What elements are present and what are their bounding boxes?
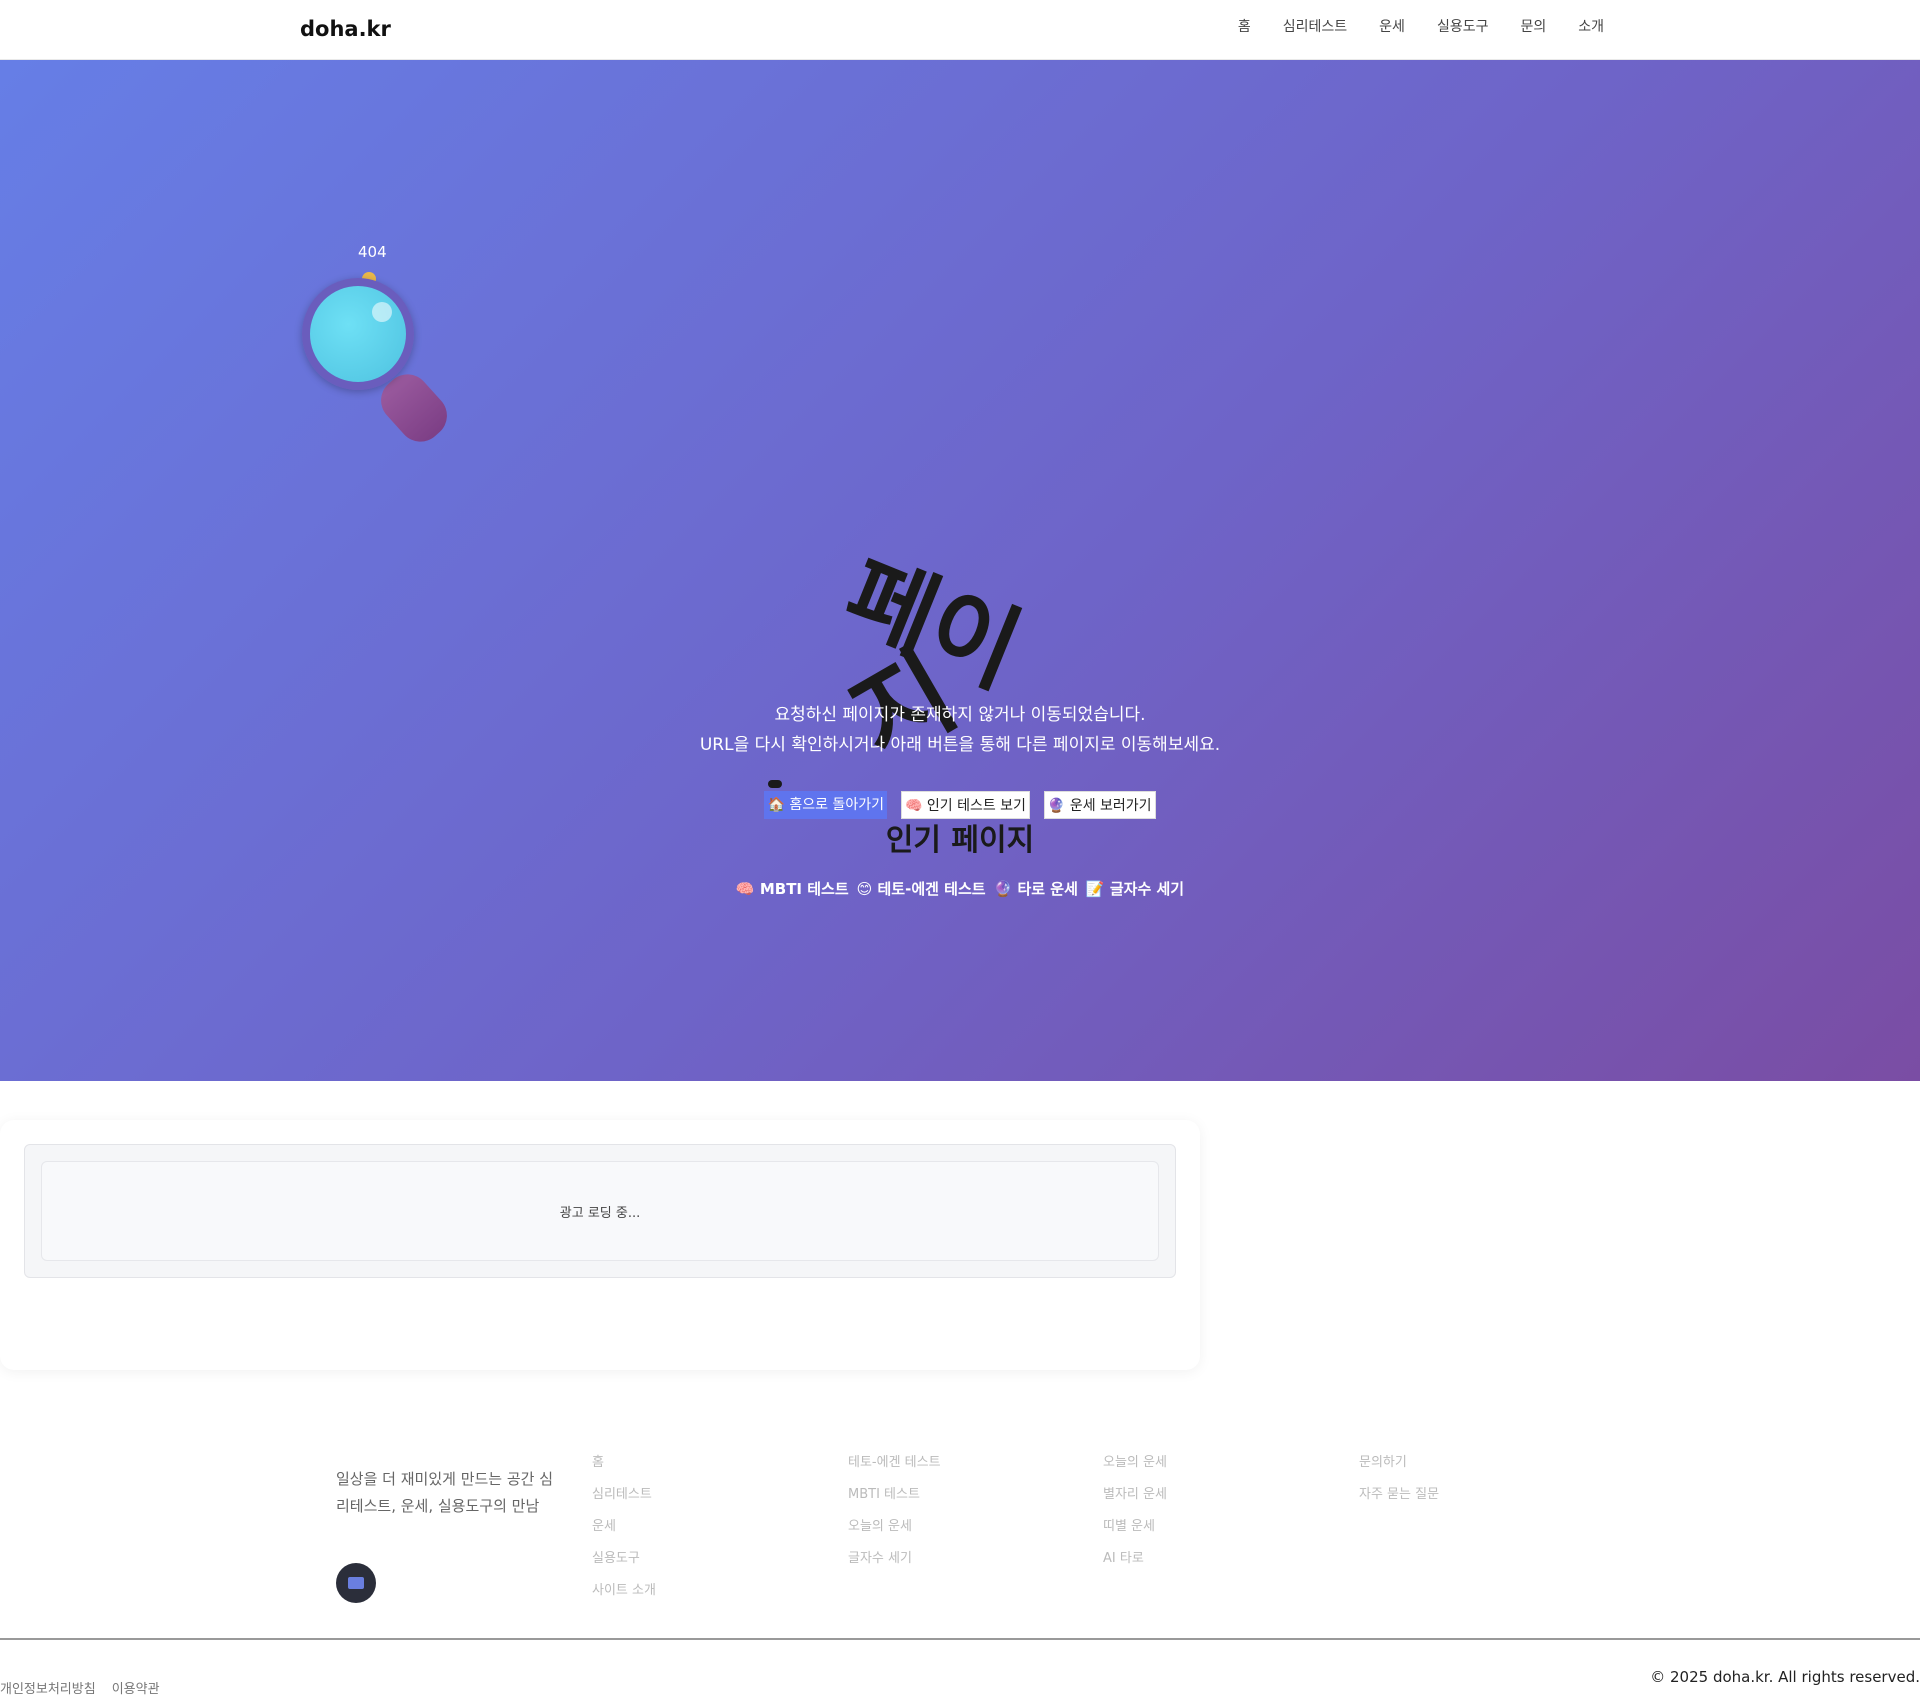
terms-link[interactable]: 이용약관	[112, 1678, 160, 1697]
popular-link-mbti[interactable]: 🧠 MBTI 테스트	[736, 878, 849, 899]
nav-item-home[interactable]: 홈	[1238, 16, 1251, 36]
nav-item-psych-tests[interactable]: 심리테스트	[1283, 16, 1347, 36]
footer-link-chinese-zodiac[interactable]: 띠별 운세	[1103, 1515, 1167, 1534]
main-nav: 홈 심리테스트 운세 실용도구 문의 소개	[1238, 16, 1604, 36]
ad-slot: 광고 로딩 중...	[41, 1161, 1159, 1261]
crystal-ball-icon: 🔮	[993, 880, 1013, 898]
site-logo[interactable]: doha.kr	[300, 17, 391, 41]
footer-link-daily-fortune[interactable]: 오늘의 운세	[1103, 1451, 1167, 1470]
footer-link-fortune[interactable]: 운세	[592, 1515, 656, 1534]
privacy-policy-link[interactable]: 개인정보처리방침	[0, 1678, 96, 1697]
ad-card: 광고 로딩 중...	[0, 1120, 1200, 1370]
smile-icon: 😊	[856, 880, 873, 898]
nav-item-contact[interactable]: 문의	[1520, 16, 1546, 36]
brain-icon: 🧠	[904, 798, 923, 814]
nav-item-about[interactable]: 소개	[1578, 16, 1604, 36]
footer-link-about[interactable]: 사이트 소개	[592, 1579, 656, 1598]
footer-link-psych-tests[interactable]: 심리테스트	[592, 1483, 656, 1502]
error-hero: 404 페이 지 요청하신 페이지가 존재하지 않거나 이동되었습니다. URL…	[0, 60, 1920, 1081]
house-icon: 🏠	[767, 797, 785, 813]
footer-col-main: 홈 심리테스트 운세 실용도구 사이트 소개	[592, 1451, 656, 1598]
popular-pages-list: 🧠 MBTI 테스트 😊 테토-에겐 테스트 🔮 타로 운세 📝 글자수 세기	[0, 878, 1920, 899]
popular-link-teto-egen[interactable]: 😊 테토-에겐 테스트	[857, 878, 986, 899]
error-description: 요청하신 페이지가 존재하지 않거나 이동되었습니다. URL을 다시 확인하시…	[699, 705, 1221, 755]
footer-col-fortune: 오늘의 운세 별자리 운세 띠별 운세 AI 타로	[1103, 1451, 1167, 1566]
footer-link-home[interactable]: 홈	[592, 1451, 656, 1470]
broken-title-fragment	[768, 780, 782, 788]
memo-icon: 📝	[1085, 880, 1105, 898]
footer-tagline: 일상을 더 재미있게 만드는 공간 심리테스트, 운세, 실용도구의 만남	[336, 1470, 554, 1515]
footer-divider	[0, 1638, 1920, 1640]
site-header: doha.kr 홈 심리테스트 운세 실용도구 문의 소개	[0, 0, 1920, 60]
nav-item-fortune[interactable]: 운세	[1379, 16, 1405, 36]
error-code: 404	[358, 243, 387, 261]
footer-link-daily-fortune[interactable]: 오늘의 운세	[848, 1515, 941, 1534]
footer-col-support: 문의하기 자주 묻는 질문	[1359, 1451, 1439, 1502]
legal-links: 개인정보처리방침 이용약관	[0, 1678, 160, 1697]
popular-pages-title: 인기 페이지	[885, 823, 1035, 858]
copyright: © 2025 doha.kr. All rights reserved.	[1650, 1668, 1920, 1686]
footer-link-zodiac[interactable]: 별자리 운세	[1103, 1483, 1167, 1502]
popular-link-tarot[interactable]: 🔮 타로 운세	[994, 878, 1078, 899]
ad-container: 광고 로딩 중...	[24, 1144, 1176, 1278]
footer-link-char-count[interactable]: 글자수 세기	[848, 1547, 941, 1566]
social-icon[interactable]	[336, 1563, 376, 1603]
footer-col-tests: 테토-에겐 테스트 MBTI 테스트 오늘의 운세 글자수 세기	[848, 1451, 941, 1566]
footer-link-tools[interactable]: 실용도구	[592, 1547, 656, 1566]
footer-link-faq[interactable]: 자주 묻는 질문	[1359, 1483, 1439, 1502]
footer-link-ai-tarot[interactable]: AI 타로	[1103, 1547, 1167, 1566]
crystal-ball-icon: 🔮	[1047, 798, 1066, 814]
footer-link-mbti[interactable]: MBTI 테스트	[848, 1483, 941, 1502]
nav-item-tools[interactable]: 실용도구	[1437, 16, 1489, 36]
footer-link-contact[interactable]: 문의하기	[1359, 1451, 1439, 1470]
footer-link-teto-egen[interactable]: 테토-에겐 테스트	[848, 1451, 941, 1470]
brain-icon: 🧠	[735, 880, 755, 898]
popular-link-char-count[interactable]: 📝 글자수 세기	[1086, 878, 1184, 899]
